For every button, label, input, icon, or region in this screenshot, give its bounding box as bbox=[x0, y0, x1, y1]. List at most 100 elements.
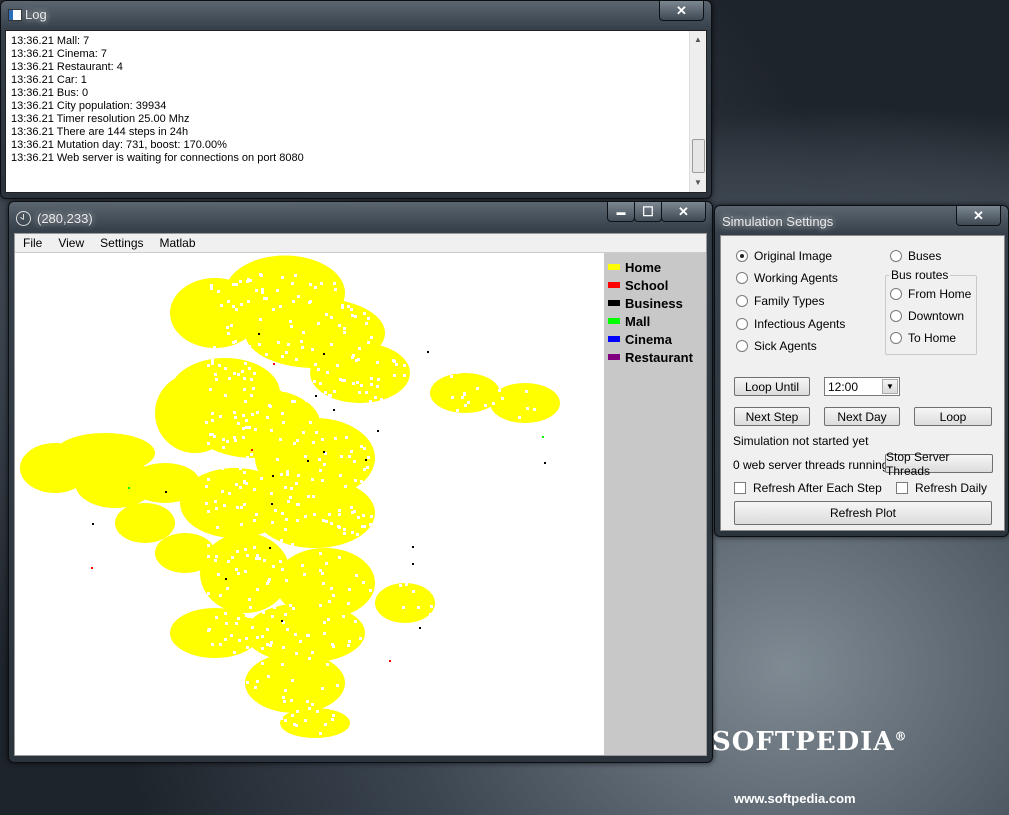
radio-view-working-agents[interactable]: Working Agents bbox=[736, 271, 838, 285]
map-gap bbox=[465, 703, 468, 706]
map-gap bbox=[211, 643, 214, 646]
menu-item-view[interactable]: View bbox=[50, 234, 92, 252]
map-gap bbox=[319, 569, 322, 572]
next-day-button[interactable]: Next Day bbox=[824, 407, 900, 426]
refresh-daily-checkbox[interactable]: Refresh Daily bbox=[896, 481, 987, 495]
map-gap bbox=[309, 300, 312, 303]
radio-route-from-home[interactable]: From Home bbox=[890, 287, 971, 301]
menu-item-file[interactable]: File bbox=[15, 234, 50, 252]
radio-buses[interactable]: Buses bbox=[890, 249, 941, 263]
stop-server-threads-button[interactable]: Stop Server Threads bbox=[885, 450, 993, 478]
radio-route-to-home[interactable]: To Home bbox=[890, 331, 956, 345]
map-gap bbox=[279, 305, 282, 308]
log-scrollbar[interactable]: ▲ ▼ bbox=[689, 31, 706, 192]
map-gap bbox=[281, 512, 284, 515]
map-gap bbox=[459, 615, 462, 618]
menu-item-settings[interactable]: Settings bbox=[92, 234, 151, 252]
map-gap bbox=[374, 549, 377, 552]
map-gap bbox=[394, 633, 397, 636]
map-gap bbox=[252, 387, 255, 390]
map-gap bbox=[218, 364, 221, 367]
map-gap bbox=[332, 714, 335, 717]
map-gap bbox=[276, 289, 279, 292]
map-gap bbox=[222, 274, 225, 277]
map-gap bbox=[458, 312, 461, 315]
map-gap bbox=[481, 295, 484, 298]
loop-until-button[interactable]: Loop Until bbox=[734, 377, 810, 396]
map-gap bbox=[367, 537, 370, 540]
radio-view-family-types[interactable]: Family Types bbox=[736, 294, 824, 308]
facility-marker bbox=[427, 351, 429, 353]
loop-button[interactable]: Loop bbox=[914, 407, 992, 426]
city-map-canvas[interactable] bbox=[15, 253, 603, 755]
map-gap bbox=[271, 713, 274, 716]
map-gap bbox=[371, 723, 374, 726]
map-gap bbox=[300, 340, 303, 343]
facility-marker bbox=[92, 523, 94, 525]
minimize-button[interactable]: ▬ bbox=[607, 202, 635, 222]
log-text-area[interactable]: 13:36.21 Mall: 7 13:36.21 Cinema: 7 13:36.… bbox=[5, 30, 707, 193]
radio-view-infectious-agents[interactable]: Infectious Agents bbox=[736, 317, 845, 331]
map-gap bbox=[406, 454, 409, 457]
map-gap bbox=[239, 486, 242, 489]
log-scroll-thumb[interactable] bbox=[692, 139, 705, 173]
map-gap bbox=[206, 733, 209, 736]
maximize-button[interactable]: ☐ bbox=[634, 202, 662, 222]
map-gap bbox=[217, 290, 220, 293]
radio-view-original-image[interactable]: Original Image bbox=[736, 249, 832, 263]
map-gap bbox=[472, 661, 475, 664]
map-gap bbox=[318, 458, 321, 461]
loop-until-select[interactable]: 12:00 ▼ bbox=[824, 377, 900, 396]
map-gap bbox=[492, 402, 495, 405]
map-gap bbox=[276, 458, 279, 461]
map-close-button[interactable]: ✕ bbox=[661, 202, 706, 222]
map-gap bbox=[533, 408, 536, 411]
scroll-down-arrow-icon[interactable]: ▼ bbox=[690, 176, 706, 190]
map-gap bbox=[527, 357, 530, 360]
map-gap bbox=[265, 353, 268, 356]
map-gap bbox=[520, 362, 523, 365]
map-gap bbox=[211, 419, 214, 422]
map-gap bbox=[240, 523, 243, 526]
map-gap bbox=[223, 504, 226, 507]
map-gap bbox=[366, 411, 369, 414]
map-gap bbox=[456, 371, 459, 374]
next-step-button[interactable]: Next Step bbox=[734, 407, 810, 426]
map-gap bbox=[207, 442, 210, 445]
map-gap bbox=[331, 718, 334, 721]
radio-route-downtown[interactable]: Downtown bbox=[890, 309, 964, 323]
map-gap bbox=[379, 515, 382, 518]
map-gap bbox=[249, 358, 252, 361]
menu-item-matlab[interactable]: Matlab bbox=[152, 234, 204, 252]
map-gap bbox=[415, 581, 418, 584]
map-gap bbox=[465, 711, 468, 714]
map-gap bbox=[403, 364, 406, 367]
map-gap bbox=[329, 394, 332, 397]
map-gap bbox=[213, 346, 216, 349]
radio-view-sick-agents[interactable]: Sick Agents bbox=[736, 339, 817, 353]
map-gap bbox=[215, 378, 218, 381]
log-line: 13:36.21 Cinema: 7 bbox=[11, 48, 108, 60]
map-gap bbox=[328, 600, 331, 603]
map-gap bbox=[471, 634, 474, 637]
map-gap bbox=[231, 708, 234, 711]
map-gap bbox=[393, 702, 396, 705]
map-gap bbox=[234, 416, 237, 419]
map-gap bbox=[495, 648, 498, 651]
map-gap bbox=[254, 706, 257, 709]
map-gap bbox=[343, 327, 346, 330]
refresh-plot-button[interactable]: Refresh Plot bbox=[734, 501, 992, 525]
map-gap bbox=[525, 346, 528, 349]
server-threads-text: 0 web server threads running. bbox=[733, 458, 892, 472]
scroll-up-arrow-icon[interactable]: ▲ bbox=[690, 33, 706, 47]
map-gap bbox=[485, 288, 488, 291]
map-gap bbox=[475, 460, 478, 463]
map-gap bbox=[207, 544, 210, 547]
log-close-button[interactable]: ✕ bbox=[659, 1, 704, 21]
settings-close-button[interactable]: ✕ bbox=[956, 206, 1001, 226]
map-gap bbox=[316, 710, 319, 713]
refresh-each-step-checkbox[interactable]: Refresh After Each Step bbox=[734, 481, 882, 495]
map-gap bbox=[424, 705, 427, 708]
map-gap bbox=[236, 506, 239, 509]
map-gap bbox=[270, 641, 273, 644]
